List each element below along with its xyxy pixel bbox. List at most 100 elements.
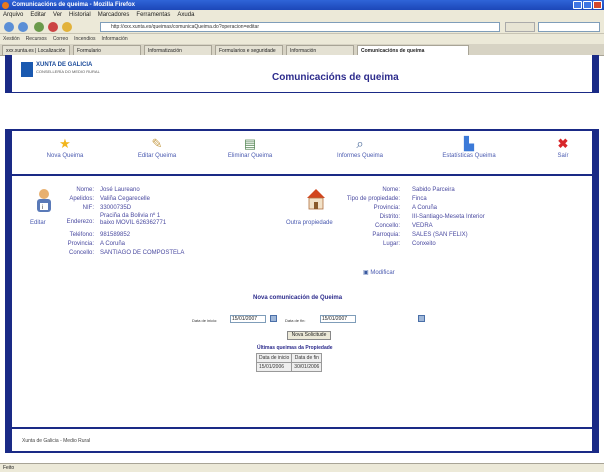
chart-icon: ▙	[464, 136, 474, 151]
person-field-label: NIF:	[82, 205, 94, 211]
tool-label: Nova Queima	[46, 153, 84, 159]
person-field-label: Apelidos:	[69, 196, 94, 202]
table-row[interactable]: 15/01/2006 30/01/2006	[255, 362, 323, 372]
bookmark-item[interactable]: Correo	[53, 34, 68, 44]
bookmark-item[interactable]: Xestión	[3, 34, 20, 44]
calendar-icon[interactable]	[418, 315, 425, 322]
menu-item[interactable]: Axuda	[177, 10, 194, 20]
edit-icon: ✎	[151, 136, 163, 151]
search-icon: ⌕	[356, 136, 364, 151]
window-titlebar: Comunicacións de queima - Mozilla Firefo…	[0, 0, 604, 10]
modify-label: Modificar	[370, 270, 395, 276]
exit-button[interactable]: ✖ Saír	[538, 137, 588, 160]
minimize-button[interactable]	[573, 1, 582, 9]
property-field-label: Provincia:	[373, 205, 400, 211]
start-date-label: Data de inicio:	[192, 318, 218, 323]
modify-icon: ▣	[363, 270, 369, 276]
navigation-toolbar: http://xxx.xunta.es/queimas/comunicaQuei…	[0, 20, 604, 34]
history-title: Últimas queimas da Propiedade	[257, 345, 333, 351]
person-field-value: Praciña da Bolivia nº 1 baixo MOVIL 6263…	[100, 213, 167, 226]
property-field-label: Parroquia:	[372, 232, 400, 238]
property-field-label: Concello:	[374, 223, 400, 229]
person-field-label: Concello:	[68, 250, 94, 256]
tool-label: Informes Queima	[336, 153, 384, 159]
property-field-value: Sabido Parceira	[412, 187, 455, 193]
tool-label: Eliminar Queima	[227, 153, 273, 159]
person-field-value: SANTIAGO DE COMPOSTELA	[100, 250, 185, 256]
bookmark-item[interactable]: Incendios	[74, 34, 95, 44]
person-field-label: Nome:	[76, 187, 94, 193]
search-input[interactable]	[538, 22, 600, 32]
svg-text:i: i	[42, 205, 43, 211]
calendar-icon[interactable]	[270, 315, 277, 322]
person-field-label: Teléfono:	[69, 232, 94, 238]
go-button[interactable]	[505, 22, 535, 32]
edit-person-link[interactable]: Editar	[30, 220, 46, 226]
property-field-value: SALES (SAN FELIX)	[412, 232, 468, 238]
menu-item[interactable]: Ferramentas	[136, 10, 170, 20]
statistics-button[interactable]: ▙ Estatísticas Queima	[434, 136, 504, 160]
person-values: José Laureano Valiña Cegarecelle 3300073…	[100, 186, 230, 258]
property-values: Sabido Parceira Finca A Coruña III-Santi…	[412, 186, 562, 249]
tool-label: Editar Queima	[137, 153, 177, 159]
property-field-label: Distrito:	[379, 214, 400, 220]
property-field-label: Tipo de propiedade:	[346, 196, 400, 202]
window-title: Comunicacións de queima - Mozilla Firefo…	[12, 2, 136, 8]
page-footer: Xunta de Galicia - Medio Rural	[12, 429, 592, 451]
new-request-button[interactable]: Nova Solicitude	[287, 331, 331, 340]
tool-label: Saír	[557, 153, 569, 159]
property-field-value: A Coruña	[412, 205, 438, 211]
property-labels: Nome: Tipo de propiedade: Provincia: Dis…	[330, 186, 400, 249]
new-burn-button[interactable]: ★ Nova Queima	[30, 136, 100, 160]
reports-button[interactable]: ⌕ Informes Queima	[325, 136, 395, 160]
menu-item[interactable]: Ver	[53, 10, 62, 20]
other-property-link[interactable]: Outra propiedade	[286, 220, 333, 226]
reload-icon[interactable]	[34, 22, 44, 32]
footer-text: Xunta de Galicia - Medio Rural	[22, 438, 91, 444]
person-labels: Nome: Apelidos: NIF: Enderezo: Teléfono:…	[58, 186, 94, 258]
new-request-title: Nova comunicación de Queima	[253, 295, 343, 301]
property-field-label: Nome:	[382, 187, 400, 193]
property-field-value: III-Santiago-Meseta Interior	[412, 214, 485, 220]
person-field-value: José Laureano	[100, 187, 140, 193]
back-icon[interactable]	[4, 22, 14, 32]
logo-text: XUNTA DE GALICIA	[36, 62, 93, 68]
edit-burn-button[interactable]: ✎ Editar Queima	[122, 136, 192, 160]
menu-item[interactable]: Editar	[30, 10, 46, 20]
person-field-value: A Coruña	[100, 241, 126, 247]
person-icon: i	[37, 189, 51, 212]
menu-item[interactable]: Marcadores	[98, 10, 130, 20]
property-field-value: Finca	[412, 196, 427, 202]
table-header: Data de inicio	[255, 353, 293, 363]
home-icon[interactable]	[62, 22, 72, 32]
person-field-label: Enderezo:	[66, 219, 94, 225]
menu-item[interactable]: Historial	[69, 10, 91, 20]
firefox-icon	[2, 2, 9, 9]
house-icon	[307, 189, 325, 210]
menu-item[interactable]: Arquivo	[3, 10, 23, 20]
person-field-value: 33000735D	[100, 205, 132, 211]
close-window-button[interactable]	[593, 1, 602, 9]
start-date-input[interactable]: 15/01/2007	[230, 315, 266, 323]
table-cell: 15/01/2006	[255, 362, 293, 372]
delete-burn-button[interactable]: ▤ Eliminar Queima	[215, 136, 285, 160]
bookmark-item[interactable]: Información	[102, 34, 128, 44]
person-field-value: Valiña Cegarecelle	[100, 196, 150, 202]
menu-bar: Arquivo Editar Ver Historial Marcadores …	[0, 10, 604, 20]
property-field-label: Lugar:	[382, 241, 400, 247]
maximize-button[interactable]	[583, 1, 592, 9]
star-icon: ★	[59, 136, 71, 151]
modify-property-link[interactable]: ▣ Modificar	[363, 269, 395, 276]
xunta-logo-icon	[21, 62, 33, 77]
bookmark-item[interactable]: Recursos	[26, 34, 47, 44]
page-header: XUNTA DE GALICIA CONSELLERÍA DO MEDIO RU…	[12, 55, 592, 92]
tool-label: Estatísticas Queima	[442, 153, 496, 159]
stop-icon[interactable]	[48, 22, 58, 32]
end-date-input[interactable]: 15/01/2007	[320, 315, 356, 323]
delete-doc-icon: ▤	[243, 136, 257, 151]
property-field-value: VEDRA	[412, 223, 433, 229]
logo-subtext: CONSELLERÍA DO MEDIO RURAL	[36, 69, 100, 74]
forward-icon[interactable]	[18, 22, 28, 32]
address-bar[interactable]: http://xxx.xunta.es/queimas/comunicaQuei…	[100, 22, 500, 32]
table-header: Data de fin	[291, 353, 323, 363]
